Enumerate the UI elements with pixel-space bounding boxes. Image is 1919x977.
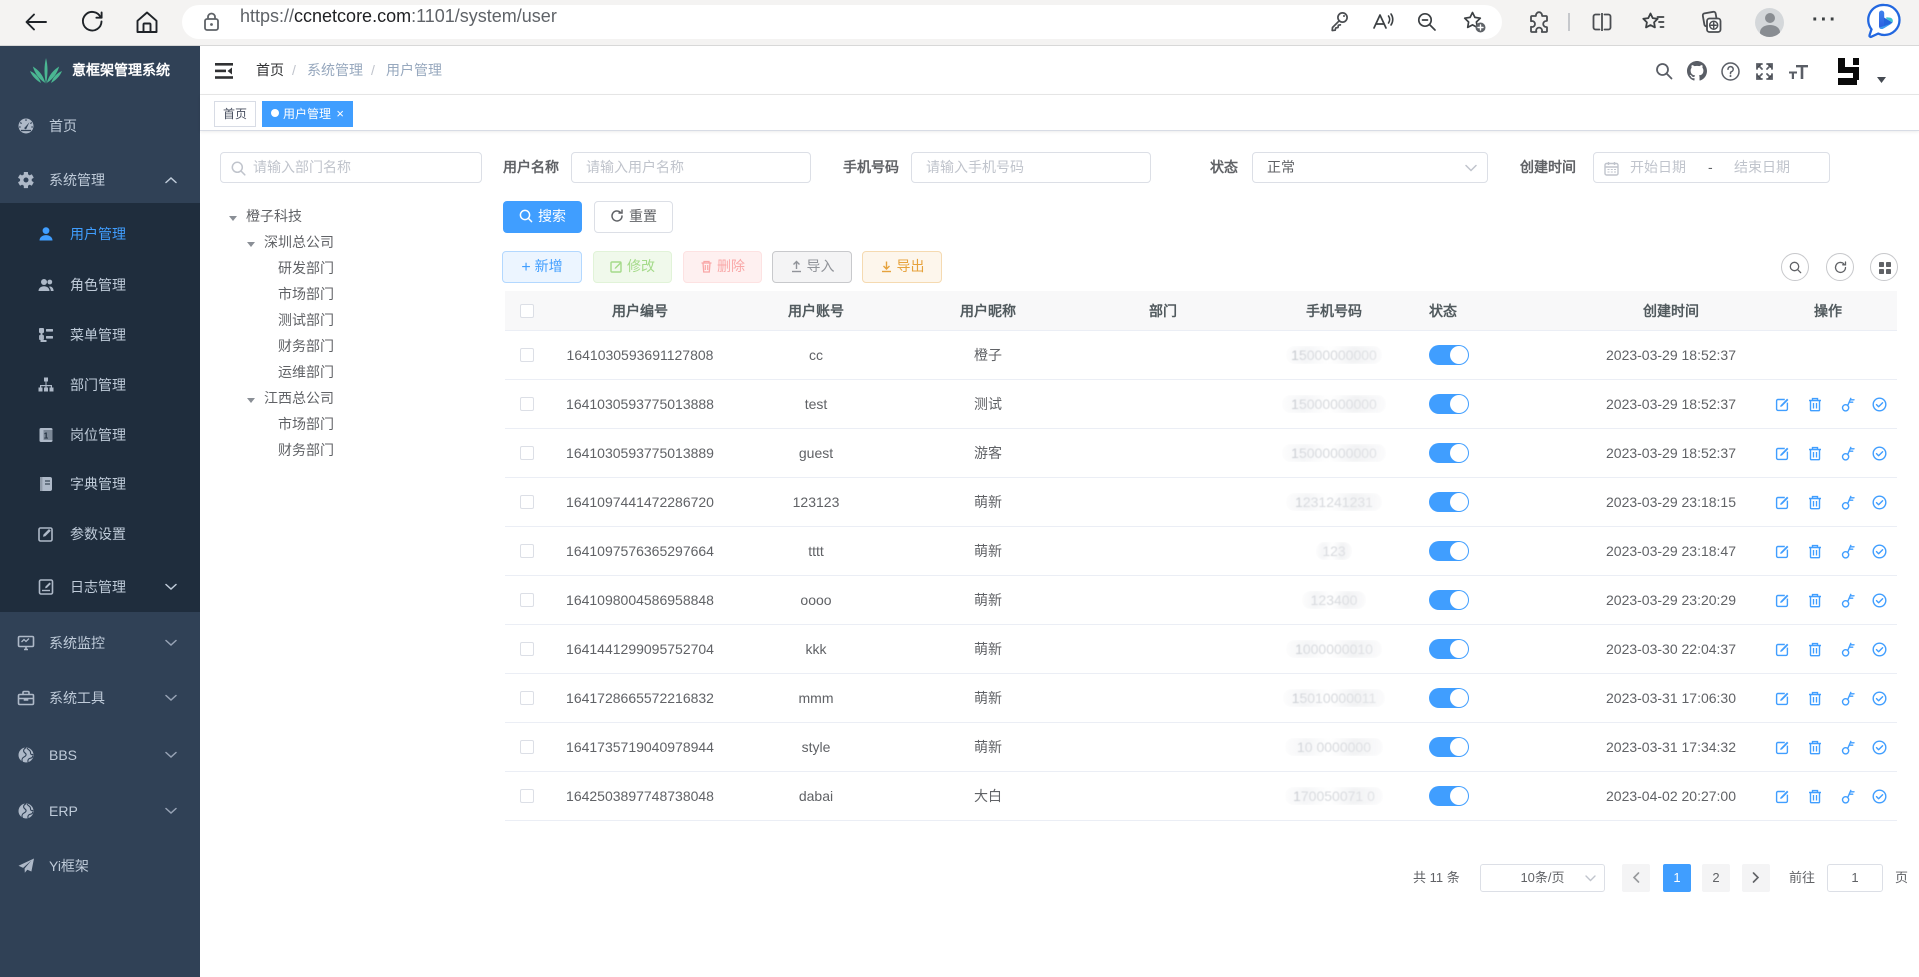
svg-text:1: 1 — [44, 432, 49, 441]
